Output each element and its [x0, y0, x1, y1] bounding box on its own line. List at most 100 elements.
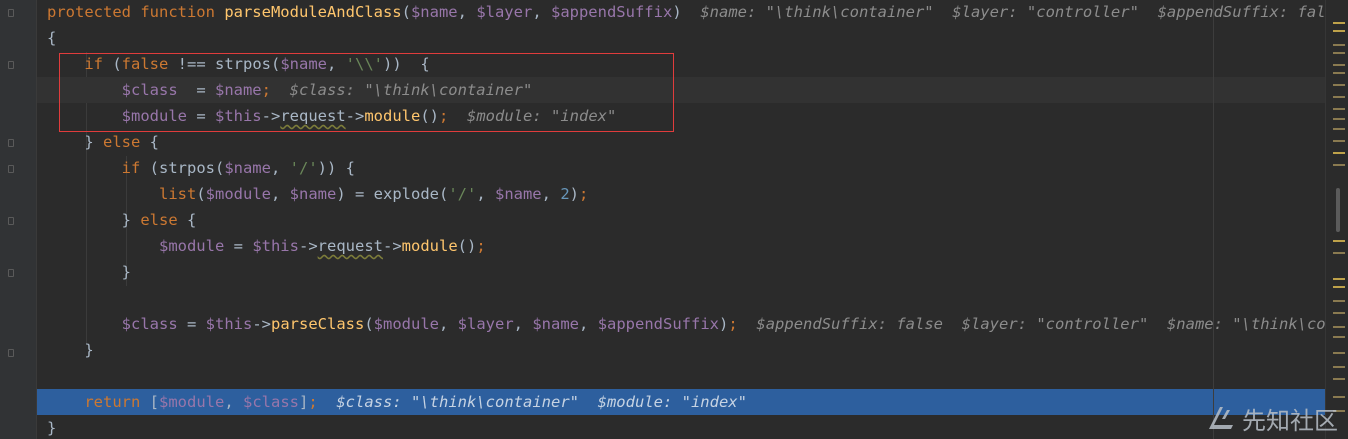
- code-token: [: [149, 393, 159, 411]
- error-stripe-mark[interactable]: [1333, 96, 1345, 98]
- code-line[interactable]: $module = $this->request->module(); $mod…: [37, 103, 1326, 129]
- code-token: =: [177, 81, 215, 99]
- code-token: $module: [158, 237, 225, 255]
- code-token: else: [140, 211, 187, 229]
- error-stripe-mark[interactable]: [1333, 108, 1345, 110]
- code-token: {: [47, 29, 57, 47]
- error-stripe-mark[interactable]: [1333, 52, 1345, 54]
- error-stripe-mark[interactable]: [1333, 300, 1345, 302]
- error-stripe-mark[interactable]: [1333, 366, 1345, 368]
- code-token: ,: [270, 185, 290, 203]
- code-line[interactable]: protected function parseModuleAndClass($…: [37, 0, 1326, 25]
- error-stripe-mark[interactable]: [1333, 286, 1345, 288]
- code-token: {: [149, 133, 160, 151]
- code-line[interactable]: if (false !== strpos($name, '\\')) {: [37, 51, 1326, 77]
- code-token: )) {: [383, 55, 430, 73]
- code-token: $module: [159, 393, 225, 411]
- error-stripe-mark[interactable]: [1333, 84, 1345, 86]
- code-token: (: [364, 315, 374, 333]
- fold-marker-icon[interactable]: [8, 9, 14, 17]
- code-token: 2: [560, 185, 570, 203]
- watermark-logo-icon: [1209, 407, 1233, 429]
- execution-point-line[interactable]: return [$module, $class]; $class: "\thin…: [37, 389, 1326, 415]
- code-token: {: [187, 211, 197, 229]
- error-stripe-mark[interactable]: [1333, 72, 1345, 74]
- fold-marker-icon[interactable]: [8, 349, 14, 357]
- fold-marker-icon[interactable]: [8, 61, 14, 69]
- error-stripe-mark[interactable]: [1333, 378, 1345, 380]
- scrollbar-thumb[interactable]: [1336, 188, 1340, 232]
- error-stripe-mark[interactable]: [1333, 152, 1345, 154]
- code-token: ->: [298, 237, 318, 255]
- code-token: ,: [513, 315, 533, 333]
- code-line[interactable]: list($module, $name) = explode('/', $nam…: [37, 181, 1326, 207]
- code-line[interactable]: } else {: [37, 129, 1326, 155]
- error-stripe-mark[interactable]: [1333, 252, 1345, 254]
- code-token: ->: [382, 237, 402, 255]
- error-stripe-mark[interactable]: [1333, 140, 1345, 142]
- code-line[interactable]: [37, 285, 1326, 311]
- error-stripe-mark[interactable]: [1333, 278, 1345, 280]
- code-line[interactable]: }: [37, 337, 1326, 363]
- code-token: (strpos(: [149, 159, 225, 177]
- caret-line[interactable]: $class = $name; $class: "\think\containe…: [37, 77, 1326, 103]
- code-token: ;: [261, 81, 271, 99]
- code-token: module: [364, 107, 421, 125]
- code-token: false: [121, 55, 178, 73]
- error-stripe-mark[interactable]: [1333, 128, 1345, 130]
- code-token: $layer: [476, 3, 533, 21]
- error-stripe-mark[interactable]: [1333, 164, 1345, 166]
- code-line[interactable]: }: [37, 259, 1326, 285]
- line-gutter[interactable]: [0, 0, 37, 439]
- code-token: $name: [214, 81, 262, 99]
- code-token: }: [47, 341, 94, 359]
- code-token: }: [47, 133, 103, 151]
- code-line[interactable]: $class = $this->parseClass($module, $lay…: [37, 311, 1326, 337]
- code-token: '/': [448, 185, 477, 203]
- code-token: $name: [532, 315, 580, 333]
- code-token: (): [457, 237, 477, 255]
- error-stripe-mark[interactable]: [1333, 44, 1345, 46]
- error-stripe-mark[interactable]: [1333, 336, 1345, 338]
- code-line[interactable]: }: [37, 415, 1326, 439]
- code-token: ) = explode(: [336, 185, 449, 203]
- code-token: ->: [345, 107, 365, 125]
- code-line[interactable]: } else {: [37, 207, 1326, 233]
- code-token: }: [47, 211, 141, 229]
- code-token: ->: [261, 107, 281, 125]
- code-token: $module: [205, 185, 271, 203]
- inline-debug-value: $class: "\think\container": [271, 81, 533, 99]
- error-stripe-mark[interactable]: [1333, 352, 1345, 354]
- error-stripe-mark[interactable]: [1333, 118, 1345, 120]
- code-token: (): [420, 107, 439, 125]
- code-token: ->: [252, 315, 271, 333]
- error-stripe-mark[interactable]: [1333, 22, 1345, 24]
- code-token: $layer: [457, 315, 514, 333]
- fold-marker-icon[interactable]: [8, 269, 14, 277]
- code-token: ): [672, 3, 682, 21]
- error-stripe-mark[interactable]: [1333, 326, 1345, 328]
- error-stripe-mark[interactable]: [1333, 396, 1345, 398]
- error-stripe-mark[interactable]: [1333, 240, 1345, 242]
- code-token: (: [196, 185, 206, 203]
- fold-marker-icon[interactable]: [8, 165, 14, 173]
- code-line[interactable]: {: [37, 25, 1326, 51]
- code-token: $class: [121, 315, 178, 333]
- fold-marker-icon[interactable]: [8, 217, 14, 225]
- code-line[interactable]: if (strpos($name, '/')) {: [37, 155, 1326, 181]
- code-token: ;: [308, 393, 318, 411]
- code-token: $this: [205, 315, 253, 333]
- code-line[interactable]: [37, 363, 1326, 389]
- error-stripe-mark[interactable]: [1333, 30, 1345, 32]
- error-stripe-mark[interactable]: [1333, 312, 1345, 314]
- code-line[interactable]: $module = $this->request->module();: [37, 233, 1326, 259]
- code-token: ;: [728, 315, 738, 333]
- code-token: ,: [439, 315, 458, 333]
- code-editor[interactable]: protected function parseModuleAndClass($…: [37, 0, 1326, 439]
- code-token: $module: [121, 107, 187, 125]
- editor-scrollbar[interactable]: [1325, 0, 1348, 439]
- fold-marker-icon[interactable]: [8, 139, 14, 147]
- code-token: )) {: [317, 159, 355, 177]
- error-stripe-mark[interactable]: [1333, 64, 1345, 66]
